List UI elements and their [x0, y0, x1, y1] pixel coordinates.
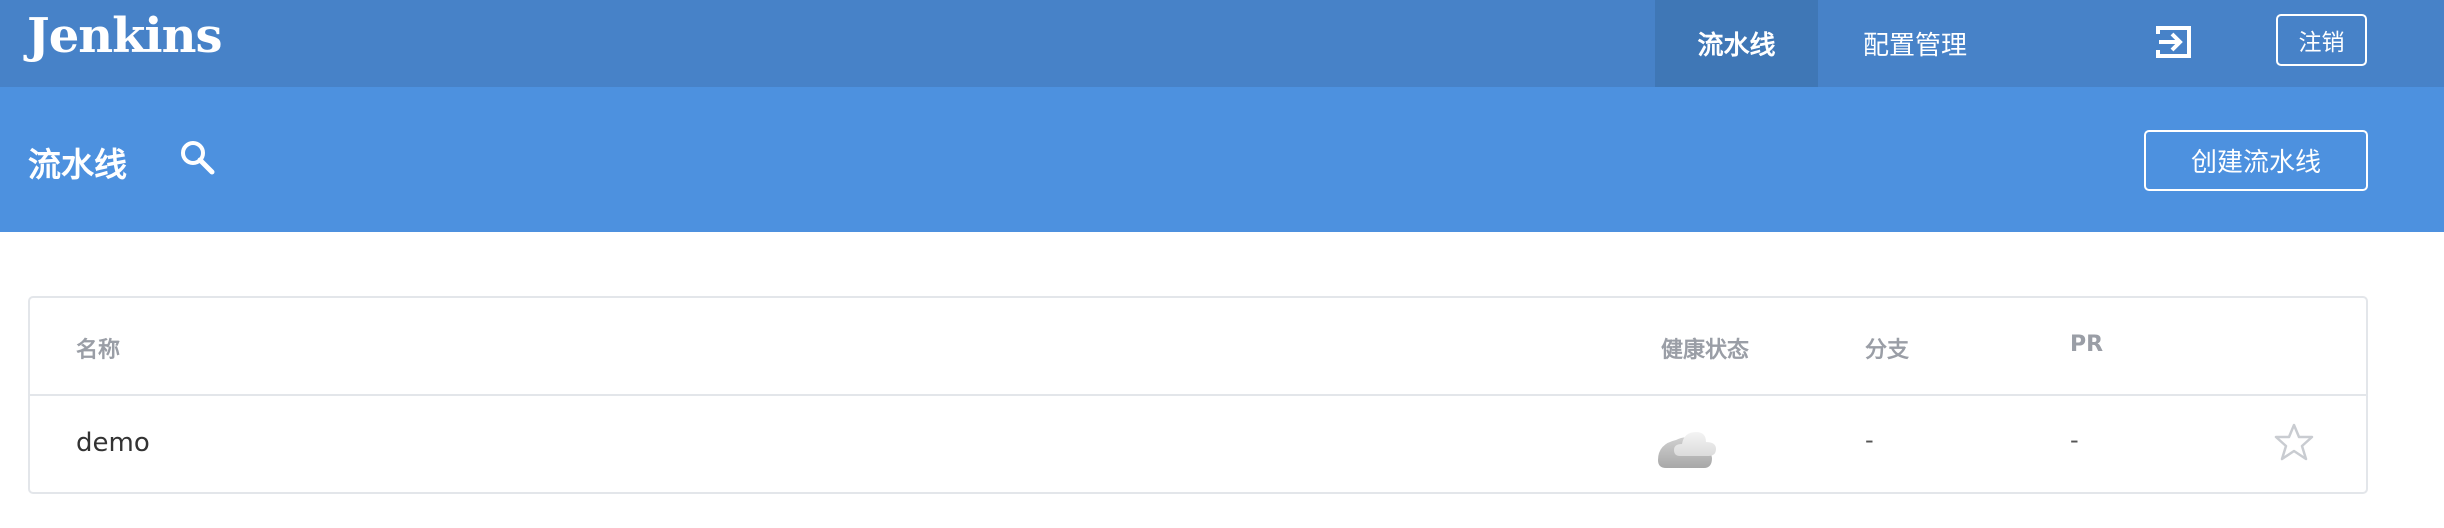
pipeline-name[interactable]: demo: [76, 428, 150, 458]
page-title: 流水线: [28, 145, 127, 184]
pipelines-table: 名称 健康状态 分支 PR demo - -: [28, 296, 2368, 494]
nav-tab-pipelines[interactable]: 流水线: [1655, 0, 1818, 87]
sign-in-arrow-icon[interactable]: [2155, 24, 2193, 60]
cloudy-weather-icon: [1658, 432, 1716, 468]
table-header: 名称 健康状态 分支 PR: [30, 298, 2366, 396]
favorite-star-icon[interactable]: [2274, 422, 2314, 462]
search-icon[interactable]: [178, 138, 218, 178]
signout-button[interactable]: 注销: [2276, 14, 2367, 66]
column-header-pr: PR: [2070, 332, 2104, 357]
column-header-branches: 分支: [1865, 338, 1910, 363]
top-navbar: Jenkins 流水线 配置管理 注销: [0, 0, 2444, 87]
create-pipeline-button[interactable]: 创建流水线: [2144, 130, 2368, 191]
nav-tab-administration[interactable]: 配置管理: [1818, 0, 2012, 87]
column-header-name[interactable]: 名称: [76, 332, 120, 364]
column-header-health: 健康状态: [1661, 338, 1750, 363]
branches-count: -: [1865, 426, 1874, 454]
page-header-band: [0, 87, 2444, 232]
jenkins-logo[interactable]: Jenkins: [27, 8, 223, 64]
pr-count: -: [2070, 426, 2079, 454]
